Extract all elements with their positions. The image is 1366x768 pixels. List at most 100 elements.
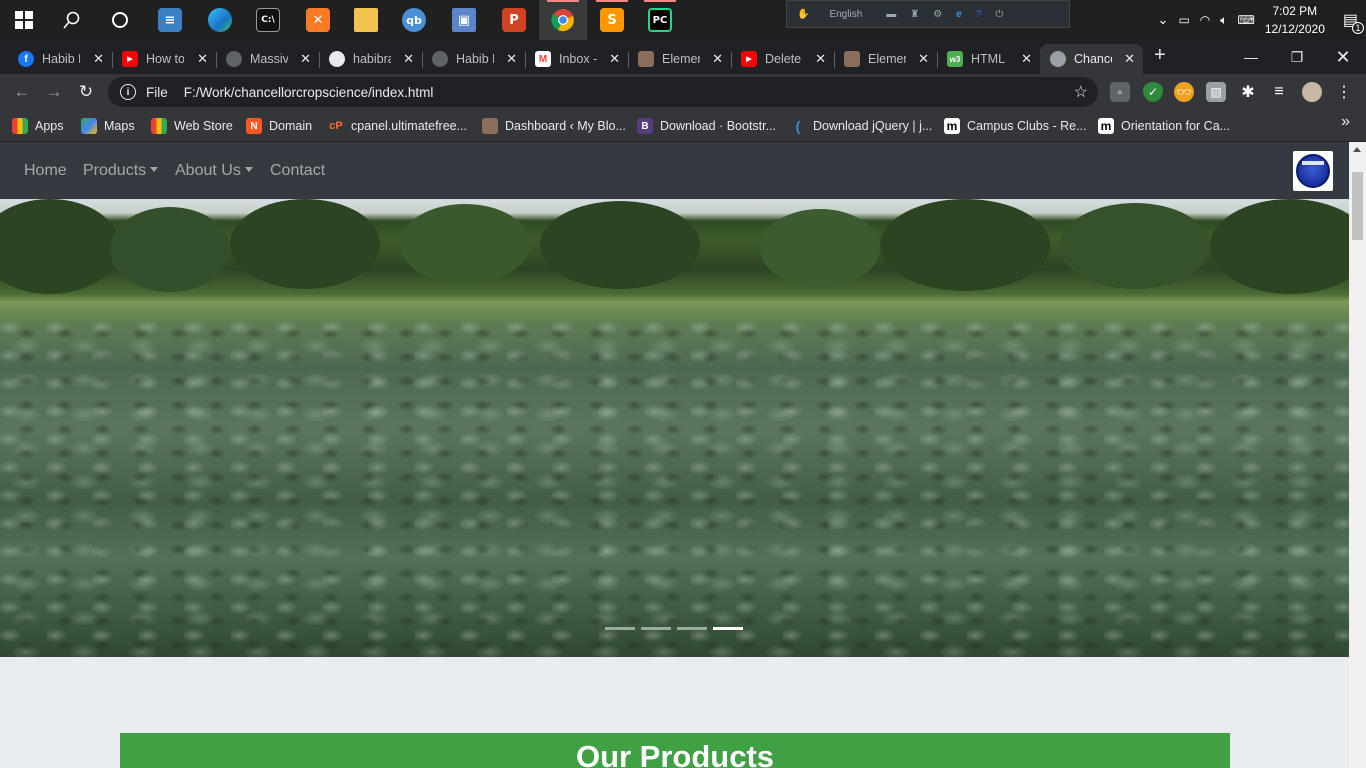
close-icon[interactable]: ✕ — [197, 51, 208, 67]
info-icon[interactable]: i — [120, 84, 136, 100]
show-hidden-icons-button[interactable]: ⌄ — [1158, 12, 1169, 28]
bookmarks-overflow-icon[interactable]: » — [1341, 113, 1350, 131]
hand-icon: ✋ — [797, 8, 810, 20]
window-close-button[interactable]: ✕ — [1320, 40, 1366, 74]
back-button[interactable]: ← — [10, 80, 34, 104]
chess-icon: ♜ — [910, 8, 920, 20]
carousel-indicator[interactable] — [605, 627, 635, 630]
address-bar[interactable]: i File F:/Work/chancellorcropscience/ind… — [108, 77, 1098, 107]
profile-avatar[interactable] — [1302, 82, 1322, 102]
bookmark-apps[interactable]: Apps — [12, 114, 64, 138]
bookmark-campus-clubs[interactable]: m Campus Clubs - Re... — [944, 114, 1086, 138]
close-icon[interactable]: ✕ — [1124, 51, 1135, 67]
carousel-indicator-active[interactable] — [713, 627, 743, 630]
carousel-indicator[interactable] — [641, 627, 671, 630]
tab-github[interactable]: habibra ✕ — [319, 44, 423, 74]
tab-elementor-2[interactable]: Elemen ✕ — [834, 44, 938, 74]
close-icon[interactable]: ✕ — [1021, 51, 1032, 67]
taskbar-search-button[interactable] — [48, 0, 96, 40]
caret-down-icon — [244, 167, 253, 172]
carousel-indicator[interactable] — [677, 627, 707, 630]
extension-eyes-icon[interactable]: 👓︎ — [1174, 82, 1194, 102]
bookmark-bootstrap[interactable]: B Download · Bootstr... — [637, 114, 776, 138]
site-logo[interactable] — [1293, 151, 1333, 191]
ie-icon[interactable]: e — [956, 9, 962, 20]
bookmark-orientation[interactable]: m Orientation for Ca... — [1098, 114, 1230, 138]
bookmark-jquery[interactable]: ( Download jQuery | j... — [790, 114, 933, 138]
taskbar-app-powerpoint[interactable]: P — [490, 0, 538, 40]
tab-label: habibra — [353, 52, 391, 66]
close-icon[interactable]: ✕ — [918, 51, 929, 67]
reading-list-icon[interactable]: ≡ — [1269, 82, 1289, 102]
taskbar-app-xampp[interactable]: ✕ — [294, 0, 342, 40]
tab-habib[interactable]: Habib F ✕ — [422, 44, 526, 74]
scrollbar-thumb[interactable] — [1352, 172, 1363, 240]
tab-elementor-1[interactable]: Elemen ✕ — [628, 44, 732, 74]
nav-home-link[interactable]: Home — [24, 162, 67, 180]
site-navbar: Home Products About Us Contact — [0, 142, 1349, 199]
start-button[interactable] — [0, 0, 48, 40]
page-scrollbar[interactable] — [1349, 142, 1366, 768]
taskbar-app-qbittorrent[interactable]: qb — [390, 0, 438, 40]
close-icon[interactable]: ✕ — [712, 51, 723, 67]
bookmark-maps[interactable]: Maps — [81, 114, 135, 138]
taskbar-app-chrome[interactable] — [539, 0, 587, 40]
nav-products-dropdown[interactable]: Products — [83, 162, 159, 180]
tab-youtube-how-to[interactable]: ▶ How to ✕ — [112, 44, 217, 74]
maximize-button[interactable]: ❐ — [1274, 40, 1320, 74]
taskbar-app-pycharm[interactable]: PC — [636, 0, 684, 40]
taskbar-app-task-manager[interactable]: ≡ — [146, 0, 194, 40]
extension-camera-icon[interactable]: ▫ — [1110, 82, 1130, 102]
volume-icon[interactable]: 🔈︎ — [1220, 13, 1227, 28]
tab-massive[interactable]: Massive ✕ — [216, 44, 320, 74]
tab-w3schools[interactable]: w3 HTML I ✕ — [937, 44, 1040, 74]
tab-facebook[interactable]: f Habib F ✕ — [8, 44, 113, 74]
hero-carousel[interactable] — [0, 199, 1349, 657]
help-icon[interactable]: ? — [976, 9, 982, 20]
taskbar-app-terminal[interactable]: C:\ — [244, 0, 292, 40]
close-icon[interactable]: ✕ — [609, 51, 620, 67]
keyboard-icon[interactable]: ⌨ — [1237, 13, 1254, 27]
extensions-puzzle-icon[interactable]: ✱ — [1238, 82, 1258, 102]
our-products-header: Our Products — [120, 733, 1230, 768]
tab-youtube-delete[interactable]: ▶ Delete ✕ — [731, 44, 835, 74]
gear-icon[interactable]: ⚙ — [933, 9, 942, 20]
tab-gmail-inbox[interactable]: M Inbox - ✕ — [525, 44, 629, 74]
close-icon[interactable]: ✕ — [300, 51, 311, 67]
extension-shield-icon[interactable]: ✓ — [1143, 82, 1163, 102]
battery-icon[interactable]: ▭ — [1178, 13, 1189, 27]
taskbar-app-edge[interactable] — [196, 0, 244, 40]
close-icon[interactable]: ✕ — [506, 51, 517, 67]
close-icon[interactable]: ✕ — [93, 51, 104, 67]
bookmark-dashboard[interactable]: Dashboard ‹ My Blo... — [482, 114, 626, 138]
taskbar-app-network-tool[interactable]: ▣ — [440, 0, 488, 40]
reload-button[interactable]: ↻ — [74, 80, 98, 104]
avatar-icon — [482, 118, 498, 134]
power-icon[interactable]: ⏻ — [995, 9, 1003, 20]
address-url[interactable]: F:/Work/chancellorcropscience/index.html — [184, 85, 434, 100]
taskbar-app-file-explorer[interactable] — [342, 0, 390, 40]
cortana-button[interactable] — [96, 0, 144, 40]
forward-button[interactable]: → — [42, 80, 66, 104]
nav-about-dropdown[interactable]: About Us — [175, 162, 253, 180]
minimize-button[interactable]: — — [1228, 40, 1274, 74]
wifi-icon[interactable]: ◠ — [1200, 13, 1210, 27]
nav-contact-link[interactable]: Contact — [270, 162, 325, 180]
bookmark-label: Apps — [35, 119, 64, 133]
close-icon[interactable]: ✕ — [815, 51, 826, 67]
scroll-up-arrow-icon[interactable] — [1353, 147, 1361, 152]
tab-label: Massive — [250, 52, 288, 66]
bookmark-star-icon[interactable]: ☆ — [1074, 82, 1088, 102]
language-indicator[interactable]: English — [829, 9, 862, 20]
extension-image-icon[interactable]: ▧ — [1206, 82, 1226, 102]
notification-center-icon[interactable]: ▤ 1 — [1343, 10, 1364, 34]
close-icon[interactable]: ✕ — [403, 51, 414, 67]
bookmark-cpanel[interactable]: cP cpanel.ultimatefree... — [328, 114, 467, 138]
bookmark-domain[interactable]: N Domain — [246, 114, 312, 138]
clock[interactable]: 7:02 PM 12/12/2020 — [1265, 2, 1325, 38]
taskbar-app-sublime[interactable]: S — [588, 0, 636, 40]
tab-chancellor-active[interactable]: Chance ✕ — [1040, 44, 1143, 74]
bookmark-web-store[interactable]: Web Store — [151, 114, 233, 138]
new-tab-button[interactable]: + — [1154, 44, 1166, 67]
menu-kebab-icon[interactable]: ⋮ — [1334, 82, 1354, 102]
